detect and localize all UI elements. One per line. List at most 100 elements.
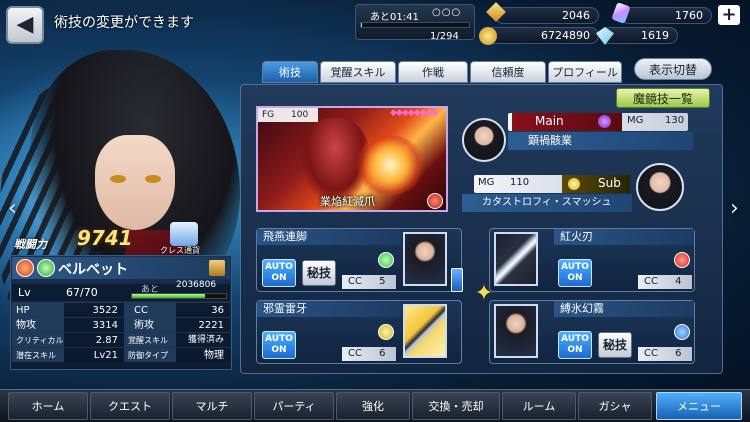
skill-name: 紅火刃 [554,229,694,245]
power-value: 9741 [77,226,133,250]
power-label: 戦闘力 [14,238,47,251]
cc-label: CC [644,276,658,287]
tab-kakusei-skill[interactable]: 覚醒スキル [320,61,396,83]
auto-toggle-button[interactable]: AUTO ON [262,331,296,359]
swap-star-icon[interactable]: ✦ [473,283,495,305]
stat-row: 物攻 3314 術攻 2221 [12,317,230,332]
main-mg-label: MG [627,115,644,126]
light-element-icon [568,178,580,190]
menu-enhance[interactable]: 強化 [336,392,410,420]
character-face [95,135,175,230]
stamina-dots: ○○○ [432,7,462,18]
stat-row: 潜在スキル Lv21 防御タイプ 物理 [12,347,230,362]
stamina-bar [360,22,470,28]
menu-party[interactable]: パーティ [254,392,334,420]
sub-label: Sub [598,176,621,190]
stat-grid: HP 3522 CC 36 物攻 3314 術攻 2221 クリティカル 2.8… [12,302,230,362]
fg-label: FG [262,110,275,120]
auto-label: AUTO [265,334,293,344]
wind-element-icon [378,252,394,268]
auto-label: AUTO [561,334,589,344]
menu-home[interactable]: ホーム [8,392,88,420]
stat-value: 36 [176,303,230,317]
tab-shinraido[interactable]: 信頼度 [470,61,546,83]
weapon-portrait [403,304,447,358]
sub-mg-value: 110 [510,177,530,188]
tab-profile[interactable]: プロフィール [548,61,622,83]
menu-gacha[interactable]: ガシャ [578,392,652,420]
mirror-arte-list-button[interactable]: 魔鏡技一覧 [616,88,710,108]
tab-jutsugi[interactable]: 術技 [262,61,318,83]
exp-next-value: 2036806 [176,280,217,290]
main-skill-name[interactable]: 顕禍骸業 [508,132,693,150]
auto-toggle-button[interactable]: AUTO ON [558,331,592,359]
page-title: 術技の変更ができます [54,15,194,31]
stat-value: 獲得済み [176,333,230,347]
cc-value: 5 [379,276,386,287]
fire-element-icon [427,193,443,209]
stat-row: HP 3522 CC 36 [12,302,230,317]
fire-element-icon [674,252,690,268]
skill-name: 邪霊雷牙 [257,301,401,317]
stat-value: 2221 [176,318,230,332]
character-name: ベルベット [58,262,128,278]
stat-label: 潜在スキル [12,348,64,362]
character-eye-left [110,175,126,183]
hiden-button[interactable]: 秘技 [598,332,632,358]
cc-box: CC 6 [342,347,396,361]
coin-counter: 6724890 [485,27,599,44]
level-value: 67/70 [66,286,98,299]
tab-sakusen[interactable]: 作戦 [398,61,468,83]
stat-value: Lv21 [64,348,124,362]
next-character-arrow-icon[interactable]: › [730,196,739,221]
fire-element-icon [16,259,34,277]
cc-value: 6 [675,348,682,359]
menu-exchange[interactable]: 交換・売却 [412,392,500,420]
class-emblem-icon[interactable] [170,222,198,246]
prev-character-arrow-icon[interactable]: ‹ [8,196,17,221]
menu-multi[interactable]: マルチ [172,392,252,420]
exp-fill [132,294,205,298]
back-button[interactable]: ◀ [6,6,44,44]
auto-toggle-button[interactable]: AUTO ON [558,259,592,287]
menu-menu[interactable]: メニュー [656,392,742,420]
stat-value: 物理 [176,348,230,362]
stamina-fill [361,23,362,27]
rarity-gems: ◆◆◆◆◆◆◆◆ [390,108,438,118]
stamina-time: あと01:41 [370,12,419,23]
sub-portrait [636,163,684,211]
coin-icon [479,27,497,45]
menu-quest[interactable]: クエスト [90,392,170,420]
gem-counter: 1760 [620,7,712,24]
sub-skill-name[interactable]: カタストロフィ・スマッシュ [462,194,632,212]
stat-value: 3522 [64,303,124,317]
skill-portrait [494,304,538,358]
skill-name: 飛燕連脚 [257,229,401,245]
stat-label: 覚醒スキル [124,333,176,347]
cc-box: CC 4 [638,275,692,289]
stat-label: CC [124,303,176,317]
fg-value: 100 [291,110,309,120]
menu-room[interactable]: ルーム [502,392,576,420]
cc-value: 6 [379,348,386,359]
auto-label: AUTO [265,262,293,272]
auto-toggle-button[interactable]: AUTO ON [262,259,296,287]
cc-box: CC 5 [342,275,396,289]
fg-box: FG 100 [258,108,318,122]
on-label: ON [271,345,287,355]
hiden-button[interactable]: 秘技 [302,260,336,286]
dark-element-icon [598,115,611,128]
link-toggle-button[interactable] [451,268,463,292]
skill-portrait [403,232,447,286]
auto-label: AUTO [561,262,589,272]
main-label: Main [535,114,564,128]
stat-label: クリティカル [12,333,64,347]
stat-row: クリティカル 2.87 覚醒スキル 獲得済み [12,332,230,347]
level-label: Lv [18,286,31,299]
display-toggle-button[interactable]: 表示切替 [634,58,712,80]
add-gem-button[interactable]: + [718,5,740,25]
book-icon[interactable] [209,260,225,276]
stat-value: 2.87 [64,333,124,347]
sub-mg-label: MG [478,177,495,188]
skill-name: 縛氷幻霧 [554,301,694,317]
